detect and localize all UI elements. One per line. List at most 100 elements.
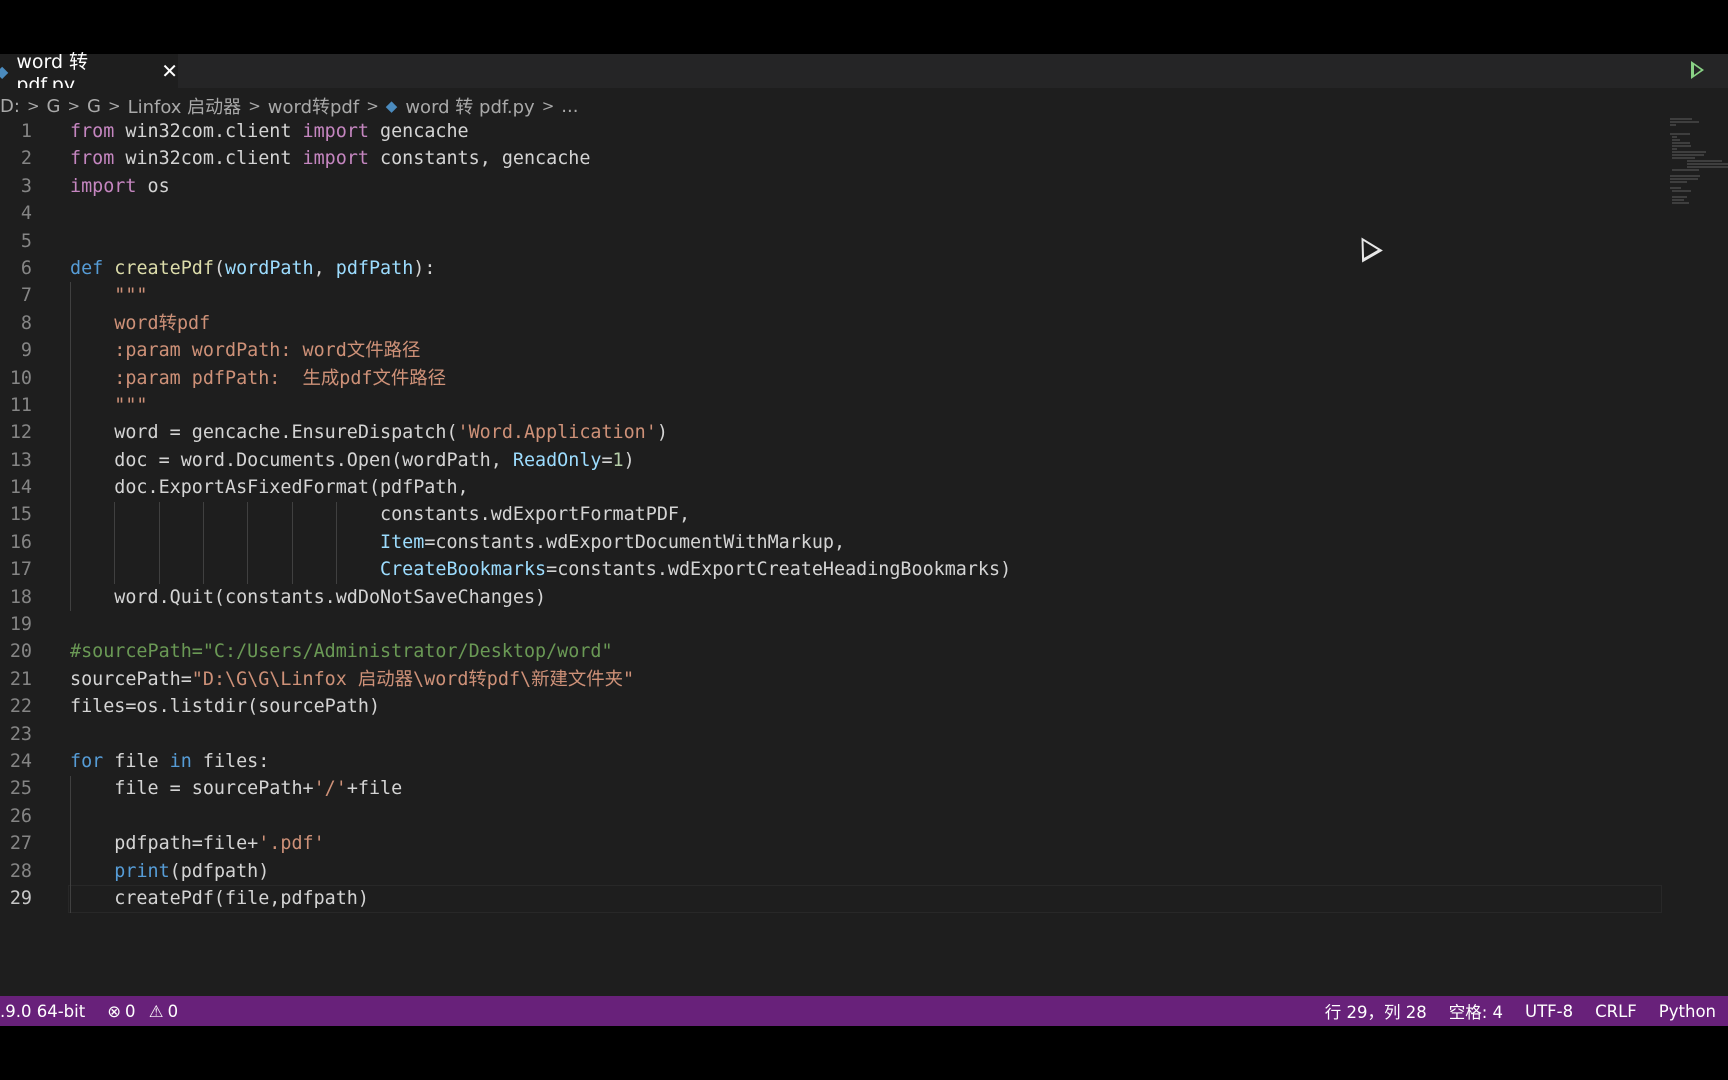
code-line[interactable]: 9 :param wordPath: word文件路径 [0,337,1660,364]
minimap-line [1670,124,1676,126]
breadcrumb-file[interactable]: word 转 pdf.py [405,93,534,119]
close-icon[interactable]: ✕ [161,59,178,83]
line-number: 22 [9,696,32,718]
breadcrumb: D: > G > G > Linfox 启动器 > word转pdf > ◆ w… [0,92,578,120]
code-line[interactable]: 4 [0,200,1660,227]
minimap-line [1670,175,1701,177]
code-line[interactable]: 2 from win32com.client import constants, … [0,145,1660,172]
code-line[interactable]: 14 doc.ExportAsFixedFormat(pdfPath, [0,474,1660,501]
indent-guide [291,501,293,584]
warning-icon: ⚠ [148,1001,164,1021]
code-text: Item=constants.wdExportDocumentWithMarku… [380,531,846,553]
language-mode[interactable]: Python [1659,1002,1716,1021]
breadcrumb-drive[interactable]: D: [0,96,20,117]
code-text: word.Quit(constants.wdDoNotSaveChanges) [70,586,547,608]
code-line[interactable]: 11 """ [0,392,1660,419]
line-number: 18 [9,586,32,608]
code-text: doc.ExportAsFixedFormat(pdfPath, [70,477,469,499]
indent-guide [70,775,71,913]
minimap-line [1672,169,1700,171]
chevron-right-icon: > [541,97,555,115]
problems-indicator[interactable]: ⊗ 0 ⚠ 0 [107,1002,178,1021]
code-line[interactable]: 6 def createPdf(wordPath, pdfPath): [0,255,1660,282]
line-number: 5 [20,230,32,252]
breadcrumb-folder-g1[interactable]: G [47,96,61,117]
code-line[interactable]: 15 constants.wdExportFormatPDF, [0,501,1660,528]
breadcrumb-folder-g2[interactable]: G [87,96,101,117]
code-text: def createPdf(wordPath, pdfPath): [70,257,436,279]
code-line[interactable]: 17 CreateBookmarks=constants.wdExportCre… [0,556,1660,583]
code-line[interactable]: 16 Item=constants.wdExportDocumentWithMa… [0,529,1660,556]
breadcrumb-folder-word2pdf[interactable]: word转pdf [268,93,359,119]
code-line[interactable]: 5 [0,228,1660,255]
minimap-line [1670,133,1691,135]
code-line[interactable]: 25 file = sourcePath+'/'+file [0,775,1660,802]
code-line[interactable]: 21 sourcePath="D:\G\G\Linfox 启动器\word转pdf… [0,666,1660,693]
code-text: sourcePath="D:\G\G\Linfox 启动器\word转pdf\新… [70,668,635,690]
minimap[interactable] [1670,118,1728,204]
line-number: 3 [20,175,32,197]
line-number: 8 [20,312,32,334]
code-line[interactable]: 22 files=os.listdir(sourcePath) [0,693,1660,720]
indentation[interactable]: 空格: 4 [1449,999,1503,1023]
line-number: 20 [9,641,32,663]
line-number: 25 [9,778,32,800]
code-text: from win32com.client import constants, g… [70,148,591,170]
line-ending[interactable]: CRLF [1595,1002,1637,1021]
code-line[interactable]: 7 """ [0,282,1660,309]
code-text: files=os.listdir(sourcePath) [70,696,381,718]
indent-guide [70,282,71,612]
letterbox-bottom [0,1026,1728,1080]
code-line[interactable]: 20 #sourcePath="C:/Users/Administrator/De… [0,638,1660,665]
code-lines[interactable]: 1 from win32com.client import gencache 2 fr… [0,118,1662,913]
code-line[interactable]: 1 from win32com.client import gencache [0,118,1660,145]
code-line[interactable]: 27 pdfpath=file+'.pdf' [0,830,1660,857]
line-number: 14 [9,477,32,499]
code-line[interactable]: 13 doc = word.Documents.Open(wordPath, R… [0,447,1660,474]
line-number: 7 [20,285,32,307]
code-text: file = sourcePath+'/'+file [70,778,403,800]
code-editor[interactable]: D: > G > G > Linfox 启动器 > word转pdf > ◆ w… [0,88,1728,996]
line-number: 4 [20,203,32,225]
minimap-line [1670,178,1698,180]
code-text: print(pdfpath) [114,860,270,882]
vscode-window: ◆ word 转 pdf.py ✕ D: > G > G > Linfox 启动… [0,0,1728,1080]
code-line[interactable]: 24 for file in files: [0,748,1660,775]
line-number: 24 [9,750,32,772]
code-line[interactable]: 29 createPdf(file,pdfpath) [0,884,1662,913]
minimap-line [1670,121,1700,123]
minimap-line [1686,163,1728,165]
warning-count: 0 [167,1001,179,1021]
breadcrumb-folder-linfox[interactable]: Linfox 启动器 [128,93,242,119]
file-encoding[interactable]: UTF-8 [1525,1002,1573,1021]
python-interpreter[interactable]: .9.0 64-bit [0,1002,85,1021]
code-text: """ [70,285,148,307]
minimap-line [1672,148,1677,150]
code-line[interactable]: 19 [0,611,1660,638]
code-text: #sourcePath="C:/Users/Administrator/Desk… [70,641,613,663]
minimap-line [1672,199,1684,201]
code-text: CreateBookmarks=constants.wdExportCreate… [380,559,1012,581]
code-line[interactable]: 23 [0,721,1660,748]
line-number: 28 [9,860,32,882]
code-line[interactable]: 8 word转pdf [0,310,1660,337]
letterbox-top [0,0,1728,54]
code-line[interactable]: 12 word = gencache.EnsureDispatch('Word.… [0,419,1660,446]
run-python-file-icon[interactable] [1691,61,1704,79]
breadcrumb-symbols[interactable]: ... [561,96,578,117]
tab-strip: ◆ word 转 pdf.py ✕ [0,51,1728,96]
minimap-line [1672,151,1706,153]
line-number: 17 [9,559,32,581]
line-number: 19 [9,614,32,636]
tab-word-to-pdf[interactable]: ◆ word 转 pdf.py ✕ [0,51,178,96]
code-line[interactable]: 3 import os [0,173,1660,200]
code-line[interactable]: 10 :param pdfPath: 生成pdf文件路径 [0,365,1660,392]
cursor-position[interactable]: 行 29，列 28 [1325,999,1427,1023]
chevron-right-icon: > [26,97,40,115]
line-number: 1 [20,121,32,142]
code-text: doc = word.Documents.Open(wordPath, Read… [70,449,635,471]
minimap-line [1672,202,1690,204]
code-line[interactable]: 26 [0,803,1660,830]
code-line[interactable]: 18 word.Quit(constants.wdDoNotSaveChange… [0,584,1660,611]
code-line[interactable]: 28 print(pdfpath) [0,858,1660,885]
